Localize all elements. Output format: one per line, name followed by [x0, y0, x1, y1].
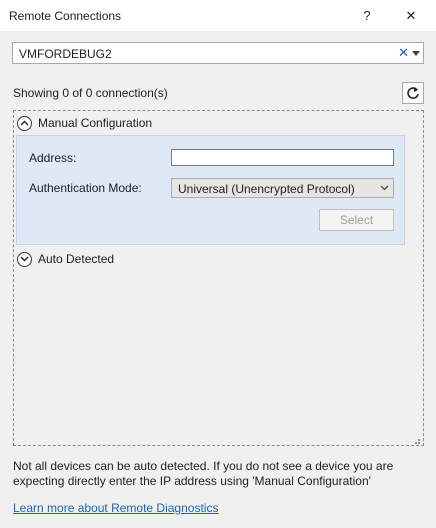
chevron-down-icon — [379, 182, 389, 194]
auto-detect-note: Not all devices can be auto detected. If… — [13, 459, 394, 488]
authentication-mode-value: Universal (Unencrypted Protocol) — [178, 182, 355, 196]
address-label: Address: — [29, 151, 77, 165]
chevron-up-circle-icon[interactable] — [17, 115, 32, 131]
authentication-mode-label: Authentication Mode: — [29, 181, 142, 195]
device-combobox[interactable]: VMFORDEBUG2 ✕ — [12, 42, 424, 64]
help-icon: ? — [363, 8, 371, 23]
connection-count-text: Showing 0 of 0 connection(s) — [13, 86, 168, 100]
chevron-down-icon[interactable] — [411, 46, 421, 60]
manual-configuration-expander[interactable]: Manual Configuration — [17, 113, 152, 133]
auto-detected-label: Auto Detected — [38, 252, 115, 266]
manual-configuration-panel: Address: Authentication Mode: Universal … — [16, 135, 405, 245]
device-combobox-value: VMFORDEBUG2 — [19, 47, 112, 61]
close-button[interactable]: ✕ — [394, 0, 428, 31]
select-button[interactable]: Select — [319, 209, 394, 231]
window-title: Remote Connections — [9, 9, 122, 23]
refresh-icon — [407, 87, 419, 99]
connections-list: Manual Configuration Address: Authentica… — [13, 110, 424, 446]
help-button[interactable]: ? — [350, 0, 384, 31]
resize-grip-icon[interactable] — [411, 434, 421, 444]
address-input[interactable] — [171, 149, 394, 166]
learn-more-link[interactable]: Learn more about Remote Diagnostics — [13, 501, 218, 515]
authentication-mode-select[interactable]: Universal (Unencrypted Protocol) — [171, 178, 394, 198]
manual-configuration-label: Manual Configuration — [38, 116, 153, 130]
close-icon: ✕ — [405, 7, 417, 23]
refresh-button[interactable] — [402, 82, 424, 104]
chevron-down-circle-icon[interactable] — [17, 251, 32, 267]
clear-icon[interactable]: ✕ — [398, 45, 409, 61]
title-bar: Remote Connections ? ✕ — [0, 0, 436, 31]
auto-detected-expander[interactable]: Auto Detected — [17, 249, 114, 269]
